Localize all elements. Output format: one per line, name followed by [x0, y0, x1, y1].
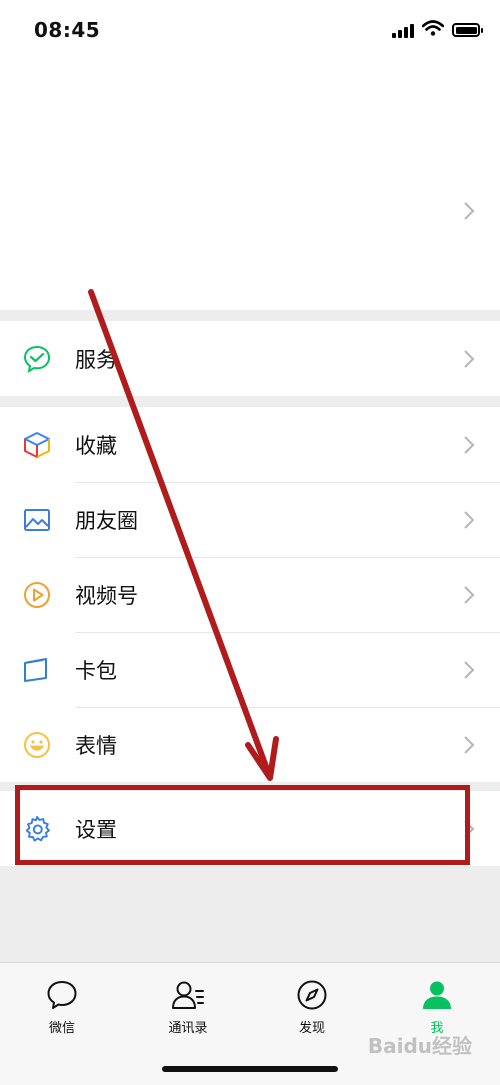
chevron-right-icon: [462, 200, 476, 222]
tab-discover[interactable]: 发现: [267, 977, 357, 1036]
battery-icon: [452, 23, 483, 37]
profile-header[interactable]: [0, 60, 500, 310]
menu-item-services[interactable]: 服务: [0, 321, 500, 396]
menu-item-cards[interactable]: 卡包: [0, 632, 500, 707]
chevron-right-icon: [462, 584, 476, 606]
menu-item-label: 服务: [75, 347, 117, 372]
tab-label: 发现: [298, 1021, 325, 1036]
features-group: 收藏 朋友圈 视频号 卡包 表情: [0, 407, 500, 782]
status-bar: 08:45: [0, 0, 500, 60]
chevron-right-icon: [462, 434, 476, 456]
play-circle-icon: [22, 580, 52, 610]
wallet-card-icon: [22, 655, 52, 685]
menu-item-moments[interactable]: 朋友圈: [0, 482, 500, 557]
compass-icon: [294, 977, 330, 1013]
wifi-icon: [421, 20, 445, 40]
tab-contacts[interactable]: 通讯录: [143, 977, 233, 1036]
baidu-watermark: Baidu经验: [367, 1034, 472, 1058]
menu-item-label: 朋友圈: [75, 508, 138, 533]
menu-item-label: 视频号: [75, 583, 138, 608]
services-icon: [22, 344, 52, 374]
menu-item-label: 表情: [75, 733, 117, 758]
chevron-right-icon: [462, 509, 476, 531]
chevron-right-icon: [462, 659, 476, 681]
cube-icon: [22, 430, 52, 460]
person-icon: [419, 977, 455, 1013]
status-icons: [392, 20, 483, 40]
menu-item-label: 收藏: [75, 433, 117, 458]
annotation-highlight-box: [15, 785, 470, 865]
chevron-right-icon: [462, 348, 476, 370]
tab-label: 微信: [48, 1021, 75, 1036]
menu-item-favorites[interactable]: 收藏: [0, 407, 500, 482]
tab-label: 通讯录: [168, 1021, 208, 1036]
menu-item-channels[interactable]: 视频号: [0, 557, 500, 632]
contacts-icon: [170, 977, 206, 1013]
chat-bubble-icon: [44, 977, 80, 1013]
tab-me[interactable]: 我: [392, 977, 482, 1036]
home-indicator[interactable]: [162, 1066, 338, 1072]
services-group: 服务: [0, 321, 500, 396]
smiley-icon: [22, 730, 52, 760]
signal-icon: [392, 22, 414, 38]
picture-icon: [22, 505, 52, 535]
tab-bar: 微信 通讯录 发现 我: [0, 962, 500, 1085]
tab-chats[interactable]: 微信: [17, 977, 107, 1036]
menu-item-label: 卡包: [75, 658, 117, 683]
menu-item-stickers[interactable]: 表情: [0, 707, 500, 782]
status-time: 08:45: [34, 18, 101, 42]
chevron-right-icon: [462, 734, 476, 756]
